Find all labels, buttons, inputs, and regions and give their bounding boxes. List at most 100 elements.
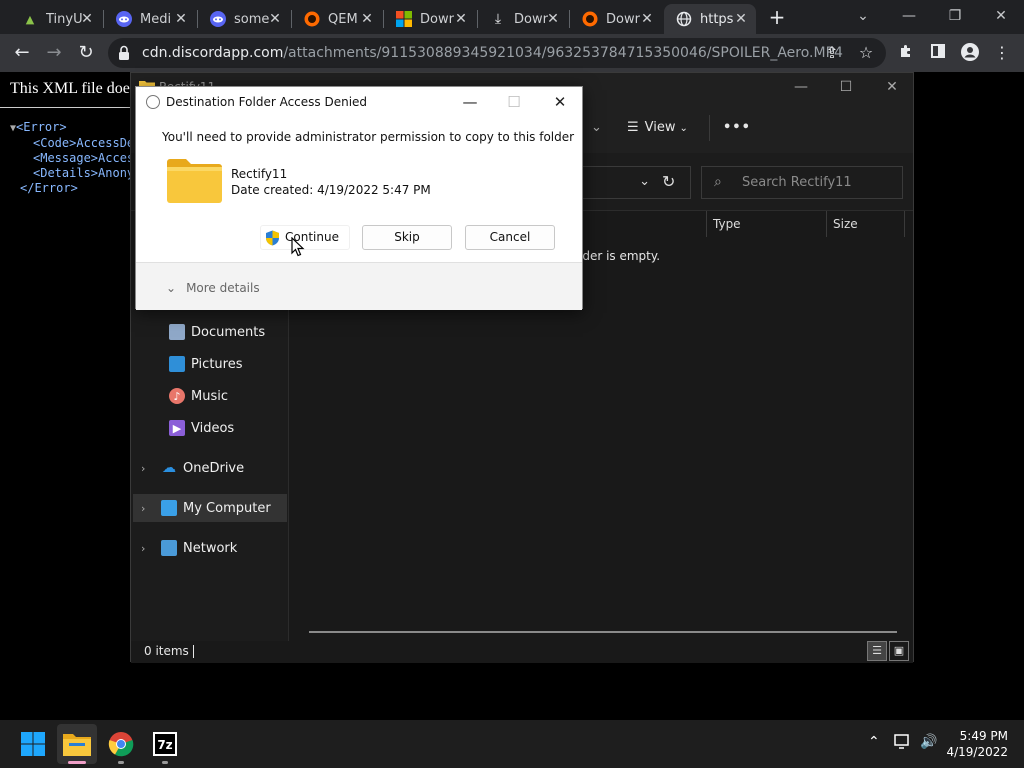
network-tray-icon[interactable] [894, 734, 912, 754]
globe-icon [676, 11, 692, 27]
side-panel-icon[interactable] [928, 43, 948, 63]
maximize-icon: ☐ [507, 93, 521, 111]
column-header-type[interactable]: Type [707, 211, 827, 237]
tab-download-qemu[interactable]: Dowr ✕ [570, 4, 662, 34]
bookmark-star-icon[interactable]: ☆ [856, 43, 876, 63]
continue-button[interactable]: Continue [260, 225, 350, 250]
volume-icon[interactable]: 🔊 [920, 734, 937, 750]
nav-item-documents[interactable]: Documents 📌 [169, 319, 329, 345]
extensions-icon[interactable] [896, 43, 916, 63]
tab-download-windows[interactable]: Dowr ✕ [384, 4, 476, 34]
chevron-down-icon[interactable]: ⌄ [639, 174, 650, 189]
show-hidden-icons-chevron-icon[interactable]: ⌃ [868, 734, 880, 750]
column-header-size[interactable]: Size [827, 211, 905, 237]
running-app-indicator [118, 761, 124, 764]
more-options-button[interactable]: ••• [723, 120, 751, 135]
close-window-icon[interactable]: ✕ [877, 75, 907, 99]
chrome-icon[interactable] [106, 729, 136, 759]
svg-text:7z: 7z [157, 738, 172, 752]
new-tab-button[interactable]: + [767, 7, 787, 27]
folder-name: Rectify11 [231, 167, 288, 181]
nav-item-pictures[interactable]: Pictures 📌 [169, 351, 326, 377]
empty-folder-message: lder is empty. [579, 249, 661, 263]
divider [709, 115, 710, 141]
skip-button[interactable]: Skip [362, 225, 452, 250]
file-explorer-icon[interactable] [62, 729, 92, 759]
reload-icon[interactable]: ↻ [74, 41, 98, 65]
tab-tinyurl[interactable]: ▲ TinyU ✕ [10, 4, 102, 34]
close-tab-icon[interactable]: ✕ [78, 10, 96, 28]
search-input[interactable]: ⌕ Search Rectify11 [701, 166, 903, 199]
dialog-titlebar: Destination Folder Access Denied — ☐ ✕ [136, 87, 582, 117]
share-icon[interactable]: ⇪ [822, 43, 842, 63]
horizontal-scrollbar[interactable] [309, 631, 897, 633]
forward-icon[interactable]: → [42, 41, 66, 65]
tab-media[interactable]: Medi ✕ [104, 4, 196, 34]
folder-icon [167, 159, 222, 203]
url-text[interactable]: cdn.discordapp.com/attachments/911530889… [142, 45, 843, 61]
tab-download[interactable]: ⤓ Dowr ✕ [478, 4, 568, 34]
close-tab-icon[interactable]: ✕ [544, 10, 562, 28]
nav-item-my-computer[interactable]: › My Computer [141, 495, 271, 521]
close-tab-icon[interactable]: ✕ [452, 10, 470, 28]
download-icon: ⤓ [494, 11, 502, 27]
start-icon[interactable] [18, 729, 48, 759]
view-button[interactable]: ☰ View ⌄ [627, 120, 688, 135]
minimize-icon[interactable]: — [894, 4, 924, 28]
divider [193, 645, 194, 658]
address-bar[interactable]: cdn.discordapp.com/attachments/911530889… [108, 38, 886, 68]
profile-avatar-icon[interactable] [960, 43, 980, 63]
view-lines-icon: ☰ [627, 120, 639, 135]
chevron-down-icon: ⌄ [679, 123, 688, 134]
close-tab-icon[interactable]: ✕ [732, 10, 750, 28]
videos-icon: ▶ [169, 420, 185, 436]
menu-kebab-icon[interactable]: ⋮ [992, 43, 1012, 63]
more-details-toggle[interactable]: ⌄ More details [166, 281, 260, 295]
qemu-icon [304, 11, 320, 27]
discord-icon [210, 11, 226, 27]
refresh-icon[interactable]: ↻ [662, 172, 675, 191]
tab-qemu[interactable]: QEM ✕ [292, 4, 382, 34]
back-icon[interactable]: ← [10, 41, 34, 65]
active-app-indicator [68, 761, 86, 764]
close-tab-icon[interactable]: ✕ [638, 10, 656, 28]
close-dialog-icon[interactable]: ✕ [548, 91, 572, 113]
nav-item-network[interactable]: › Network [141, 535, 237, 561]
lock-icon [119, 45, 129, 60]
7zip-icon[interactable]: 7z [150, 729, 180, 759]
dialog-footer: ⌄ More details [136, 262, 582, 310]
xml-notice: This XML file doe [10, 80, 130, 97]
clock-date[interactable]: 4/19/2022 [940, 745, 1008, 759]
tab-strip: ▲ TinyU ✕ Medi ✕ some ✕ QEM ✕ Dowr ✕ ⤓ D… [0, 0, 1024, 34]
nav-item-videos[interactable]: ▶ Videos [169, 415, 234, 441]
running-app-indicator [162, 761, 168, 764]
chevron-down-icon: ⌄ [166, 281, 177, 295]
discord-icon [116, 11, 132, 27]
tab-some[interactable]: some ✕ [198, 4, 290, 34]
large-icons-view-icon[interactable]: ▣ [889, 641, 909, 661]
close-tab-icon[interactable]: ✕ [266, 10, 284, 28]
chevron-right-icon[interactable]: › [141, 542, 145, 555]
clock-time[interactable]: 5:49 PM [950, 729, 1008, 743]
maximize-icon[interactable]: ☐ [831, 75, 861, 99]
minimize-icon[interactable]: — [458, 91, 482, 113]
clock-icon [146, 95, 160, 109]
tab-search-icon[interactable]: ⌄ [848, 4, 878, 28]
cancel-button[interactable]: Cancel [465, 225, 555, 250]
chevron-right-icon[interactable]: › [141, 502, 145, 515]
minimize-icon[interactable]: — [786, 75, 816, 99]
sort-chevron-icon[interactable]: ⌄ [591, 120, 602, 135]
close-tab-icon[interactable]: ✕ [172, 10, 190, 28]
details-view-icon[interactable]: ☰ [867, 641, 887, 661]
access-denied-dialog: Destination Folder Access Denied — ☐ ✕ Y… [135, 86, 583, 310]
close-window-icon[interactable]: ✕ [986, 4, 1016, 28]
dialog-body: You'll need to provide administrator per… [136, 117, 582, 262]
computer-icon [161, 500, 177, 516]
restore-icon[interactable]: ❐ [940, 4, 970, 28]
qemu-icon [582, 11, 598, 27]
close-tab-icon[interactable]: ✕ [358, 10, 376, 28]
nav-item-music[interactable]: ♪ Music [169, 383, 228, 409]
chevron-right-icon[interactable]: › [141, 462, 145, 475]
tab-active-https[interactable]: https ✕ [664, 4, 756, 34]
nav-item-onedrive[interactable]: › ☁ OneDrive [141, 455, 244, 481]
